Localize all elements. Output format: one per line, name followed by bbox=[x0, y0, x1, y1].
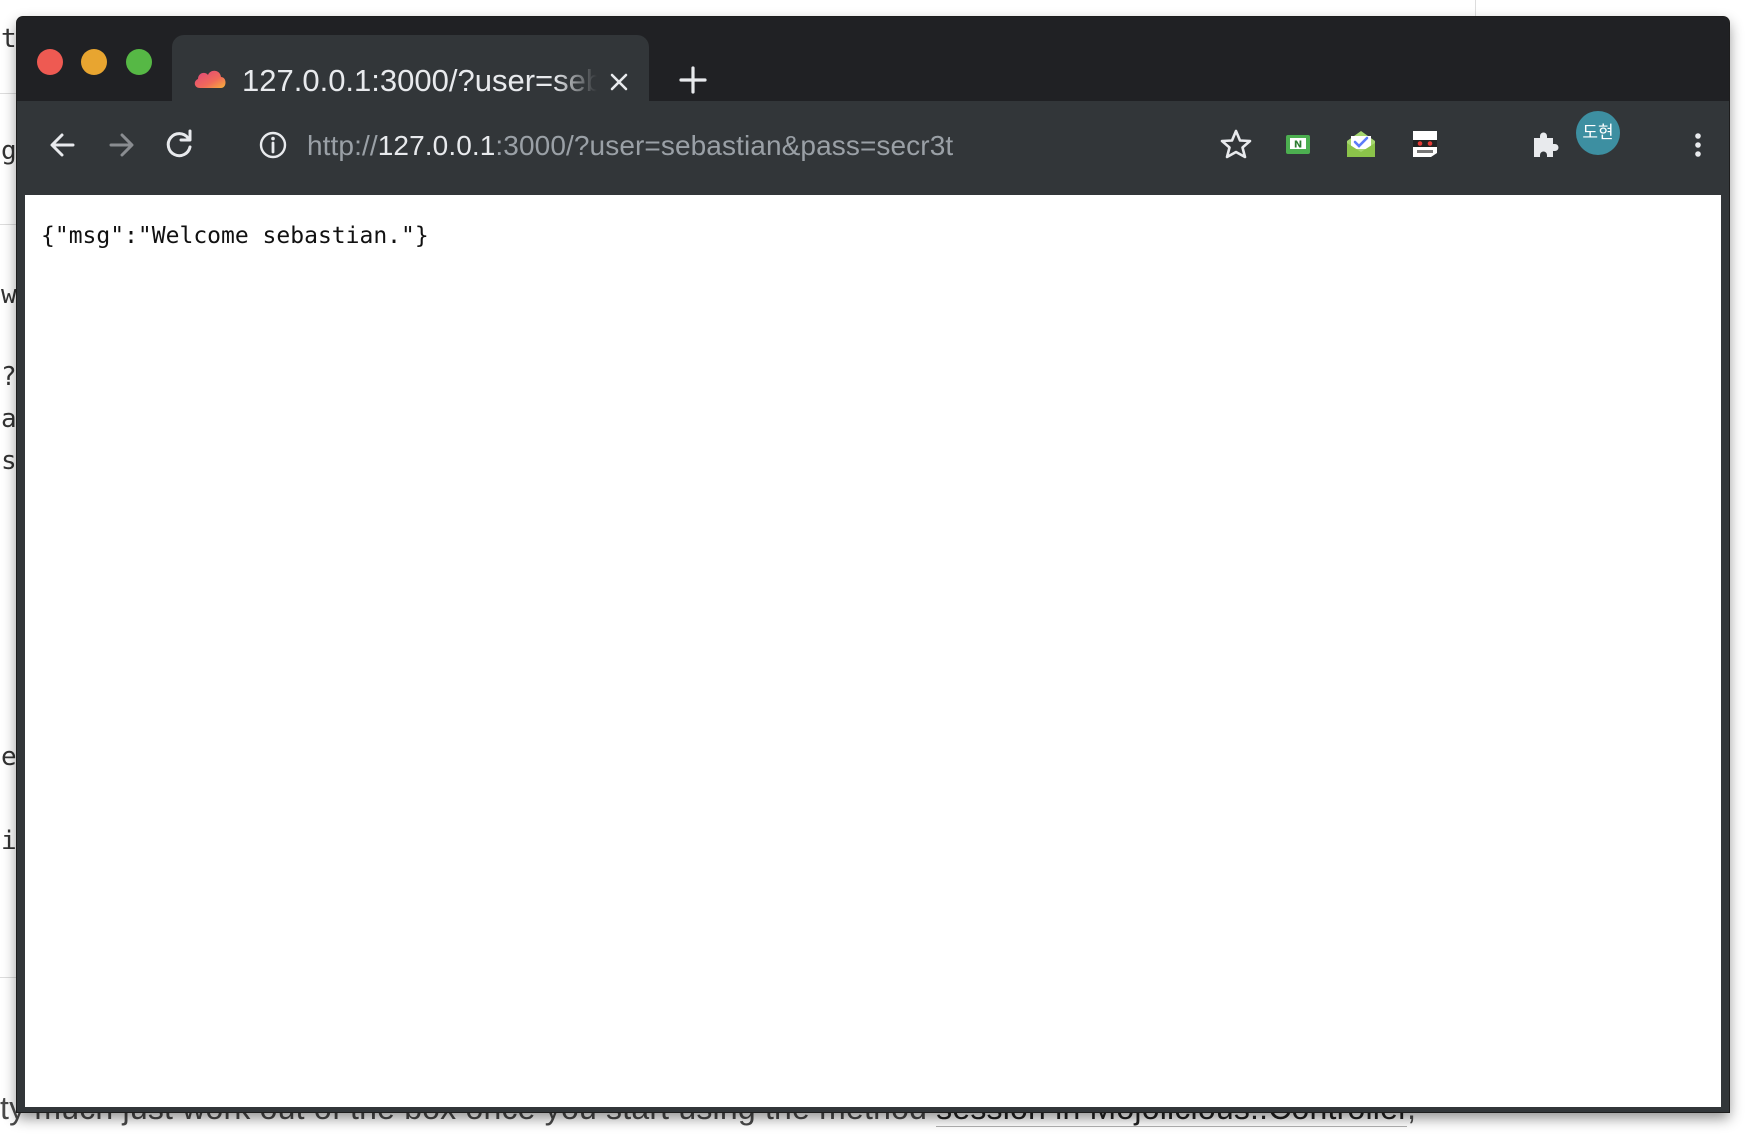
mail-check-extension-icon[interactable] bbox=[1339, 123, 1383, 167]
background-divider bbox=[1475, 0, 1476, 18]
page-viewport: {"msg":"Welcome sebastian."} bbox=[25, 195, 1721, 1107]
puzzle-icon[interactable] bbox=[1523, 123, 1567, 167]
toolbar: http://127.0.0.1:3000/?user=sebastian&pa… bbox=[17, 101, 1729, 246]
window-maximize-button[interactable] bbox=[126, 49, 152, 75]
background-divider bbox=[0, 93, 17, 94]
background-divider bbox=[0, 977, 17, 978]
url-path: :3000/?user=sebastian&pass=secr3t bbox=[495, 130, 954, 161]
browser-window: 127.0.0.1:3000/?user=sebastian&pass=secr… bbox=[17, 17, 1729, 1112]
plus-icon[interactable] bbox=[677, 64, 709, 96]
json-response-text: {"msg":"Welcome sebastian."} bbox=[41, 223, 429, 249]
url-host: 127.0.0.1 bbox=[377, 130, 496, 161]
reload-icon[interactable] bbox=[157, 123, 201, 167]
star-icon[interactable] bbox=[1214, 123, 1258, 167]
profile-avatar[interactable]: 도현 bbox=[1576, 111, 1620, 155]
tab-strip: 127.0.0.1:3000/?user=sebastian&pass=secr… bbox=[17, 17, 1729, 117]
background-text-fragment: t bbox=[1, 24, 17, 54]
arrow-right-icon[interactable] bbox=[99, 123, 143, 167]
background-text-fragment: e bbox=[1, 742, 17, 772]
tab-title: 127.0.0.1:3000/?user=sebastian&pass=secr… bbox=[242, 64, 597, 98]
background-text-fragment: s bbox=[1, 446, 17, 476]
background-text-fragment: g bbox=[1, 136, 17, 166]
background-divider bbox=[0, 224, 17, 225]
arrow-left-icon[interactable] bbox=[41, 123, 85, 167]
close-icon[interactable] bbox=[608, 71, 630, 93]
more-vertical-icon[interactable] bbox=[1676, 123, 1720, 167]
svg-text:N: N bbox=[1294, 140, 1302, 151]
url-scheme: http:// bbox=[307, 130, 378, 161]
background-text-fragment: i bbox=[1, 826, 17, 856]
background-text-fragment: ? bbox=[1, 362, 17, 392]
mask-extension-icon[interactable] bbox=[1403, 123, 1447, 167]
background-text-fragment: w bbox=[1, 280, 17, 310]
background-text-fragment: a bbox=[1, 404, 17, 434]
window-minimize-button[interactable] bbox=[81, 49, 107, 75]
info-icon[interactable] bbox=[258, 130, 288, 160]
window-close-button[interactable] bbox=[37, 49, 63, 75]
address-bar[interactable]: http://127.0.0.1:3000/?user=sebastian&pa… bbox=[307, 127, 953, 165]
green-n-extension-icon[interactable]: N bbox=[1276, 123, 1320, 167]
cloud-icon bbox=[194, 70, 226, 88]
